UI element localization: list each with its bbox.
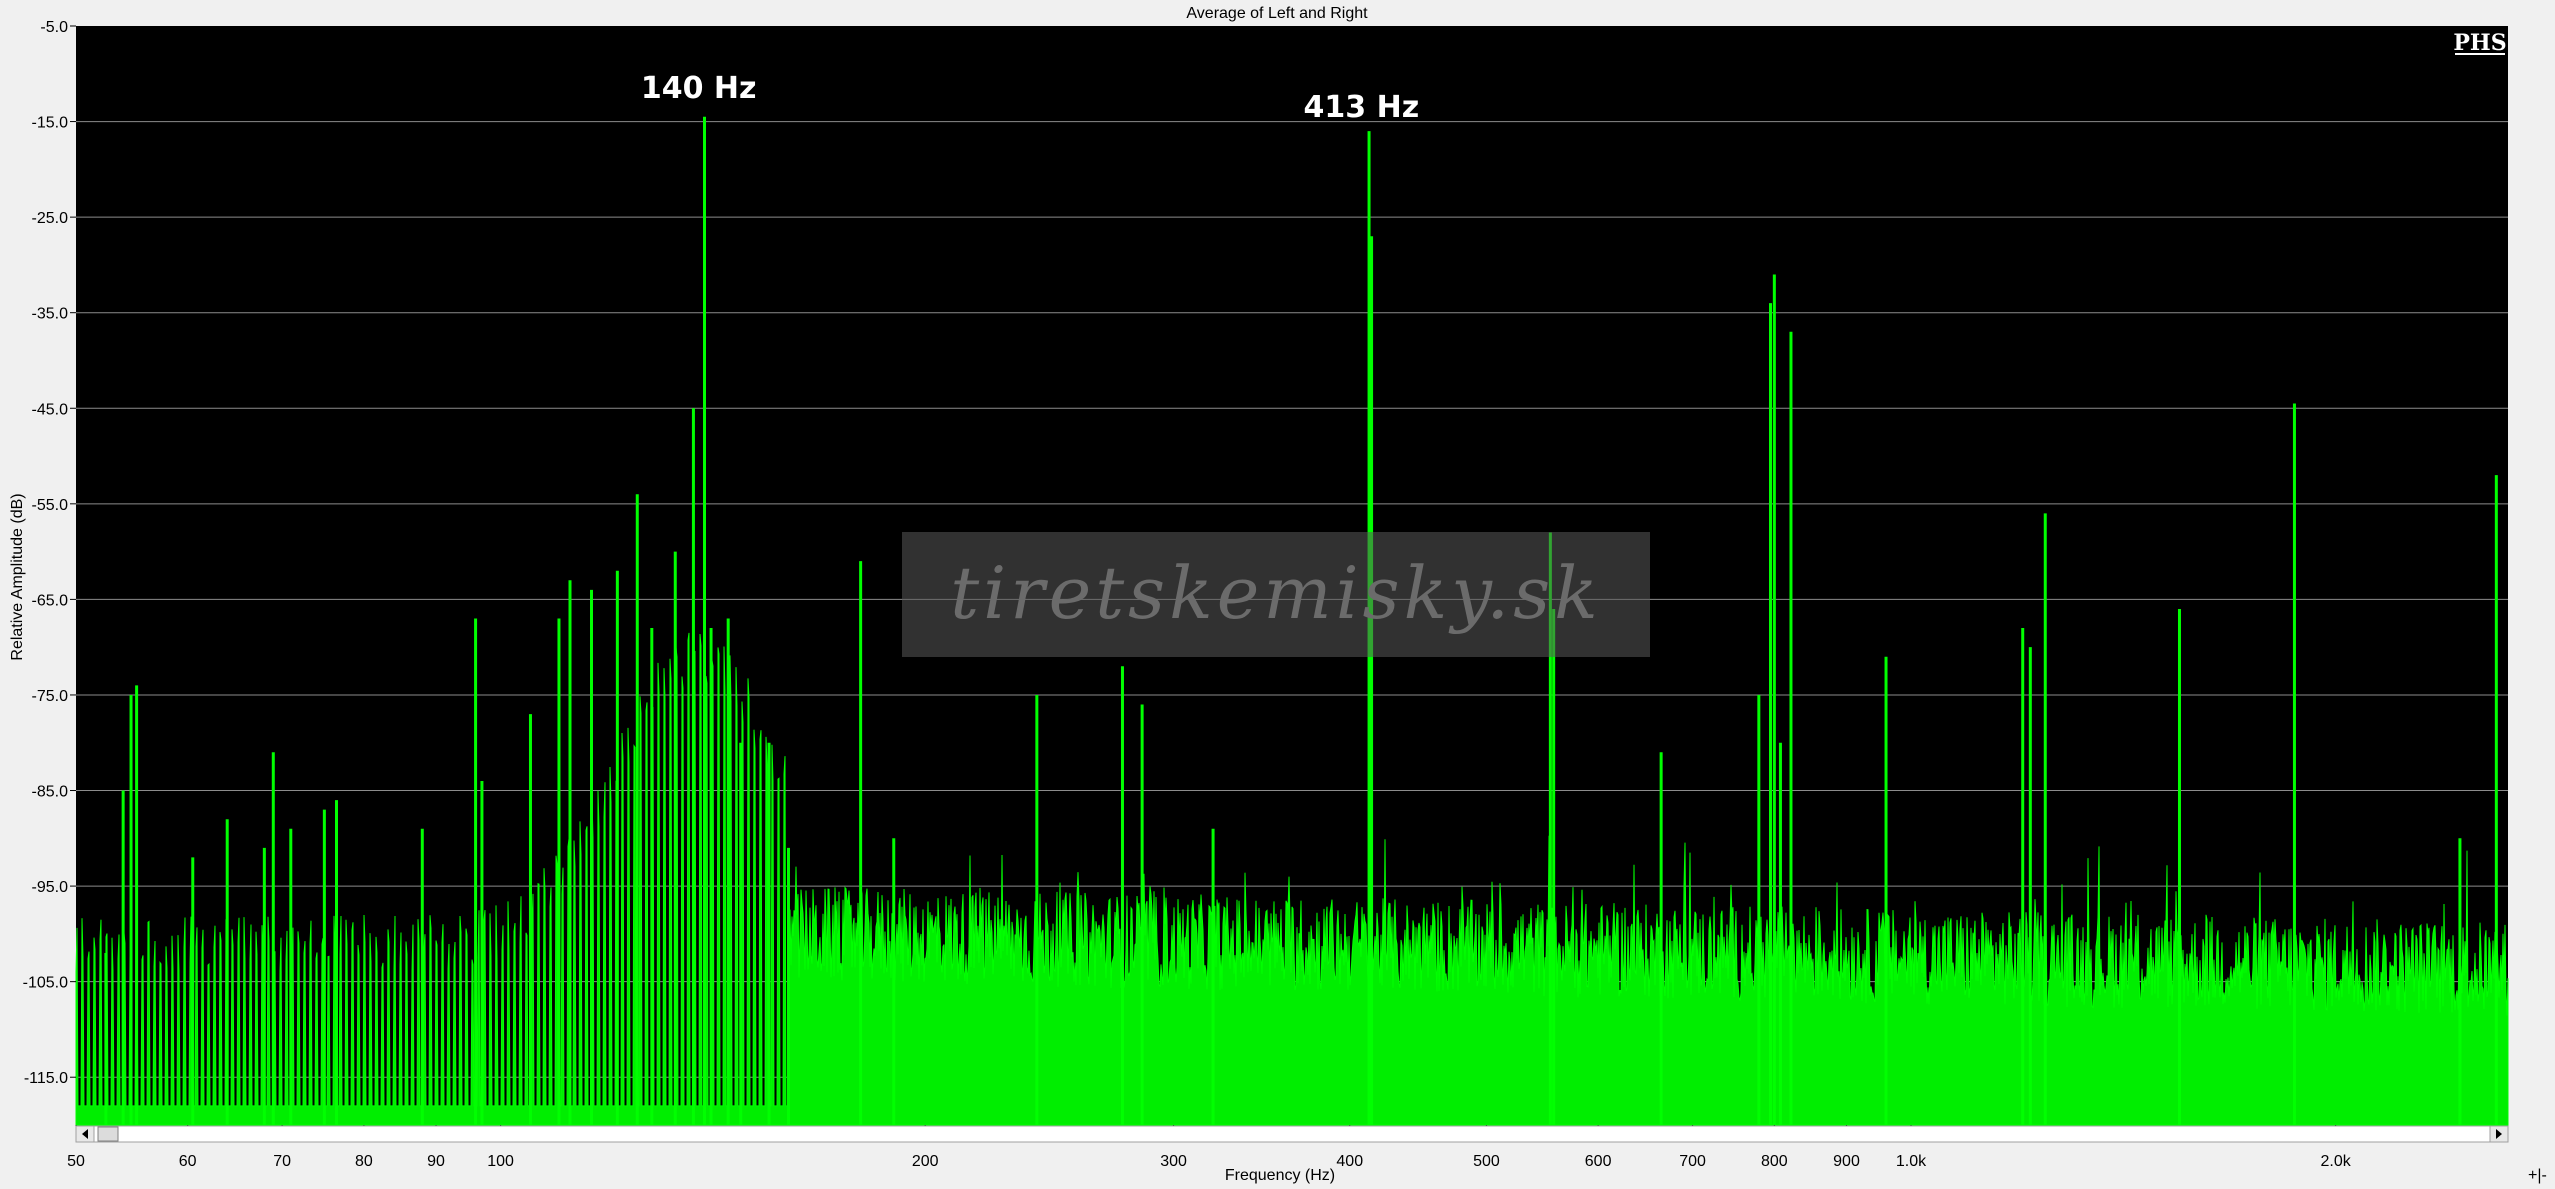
x-tick-label: 100 [487, 1153, 514, 1170]
peak-annotation: 140 Hz [641, 71, 757, 106]
corner-zoom-controls[interactable]: +|- [2528, 1167, 2547, 1184]
watermark-text: tiretskemisky.sk [950, 551, 1602, 635]
y-tick-label: -115.0 [24, 1070, 68, 1087]
x-tick-label: 70 [273, 1153, 291, 1170]
y-tick-label: -35.0 [32, 306, 69, 323]
x-tick-label: 90 [427, 1153, 445, 1170]
phs-logo-text: PHS [2453, 30, 2506, 56]
y-tick-label: -45.0 [32, 401, 69, 418]
y-tick-label: -55.0 [32, 497, 69, 514]
x-tick-label: 60 [179, 1153, 197, 1170]
y-tick-label: -75.0 [32, 688, 69, 705]
horizontal-scrollbar[interactable] [75, 1125, 2509, 1143]
x-tick-label: 500 [1473, 1153, 1500, 1170]
chart-title: Average of Left and Right [1186, 5, 1368, 22]
y-tick-label: -65.0 [32, 592, 69, 609]
zoom-x-icon[interactable]: +|- [2528, 1167, 2547, 1184]
x-tick-label: 200 [912, 1153, 939, 1170]
y-tick-label: -5.0 [40, 19, 68, 36]
spectrum-chart: Average of Left and Right tiretskemisky.… [0, 0, 2555, 1189]
y-tick-label: -95.0 [32, 879, 69, 896]
scrollbar-thumb[interactable] [97, 1126, 119, 1142]
x-tick-label: 1.0k [1896, 1153, 1927, 1170]
scrollbar-track[interactable] [75, 1125, 2509, 1143]
x-tick-label: 900 [1833, 1153, 1860, 1170]
y-tick-label: -25.0 [32, 210, 69, 227]
x-tick-label: 80 [355, 1153, 373, 1170]
phs-logo: PHS [2453, 30, 2506, 56]
x-tick-label: 800 [1761, 1153, 1788, 1170]
x-axis-label: Frequency (Hz) [1225, 1167, 1335, 1184]
y-axis-label: Relative Amplitude (dB) [9, 493, 26, 660]
peak-annotation: 413 Hz [1304, 90, 1420, 125]
y-tick-label: -105.0 [23, 975, 68, 992]
x-tick-label: 400 [1336, 1153, 1363, 1170]
x-tick-label: 300 [1160, 1153, 1187, 1170]
y-tick-label: -85.0 [32, 784, 69, 801]
x-tick-label: 600 [1585, 1153, 1612, 1170]
y-tick-label: -15.0 [32, 115, 69, 132]
x-tick-label: 700 [1679, 1153, 1706, 1170]
x-tick-label: 50 [67, 1153, 85, 1170]
watermark: tiretskemisky.sk [902, 532, 1650, 657]
x-tick-label: 2.0k [2320, 1153, 2351, 1170]
